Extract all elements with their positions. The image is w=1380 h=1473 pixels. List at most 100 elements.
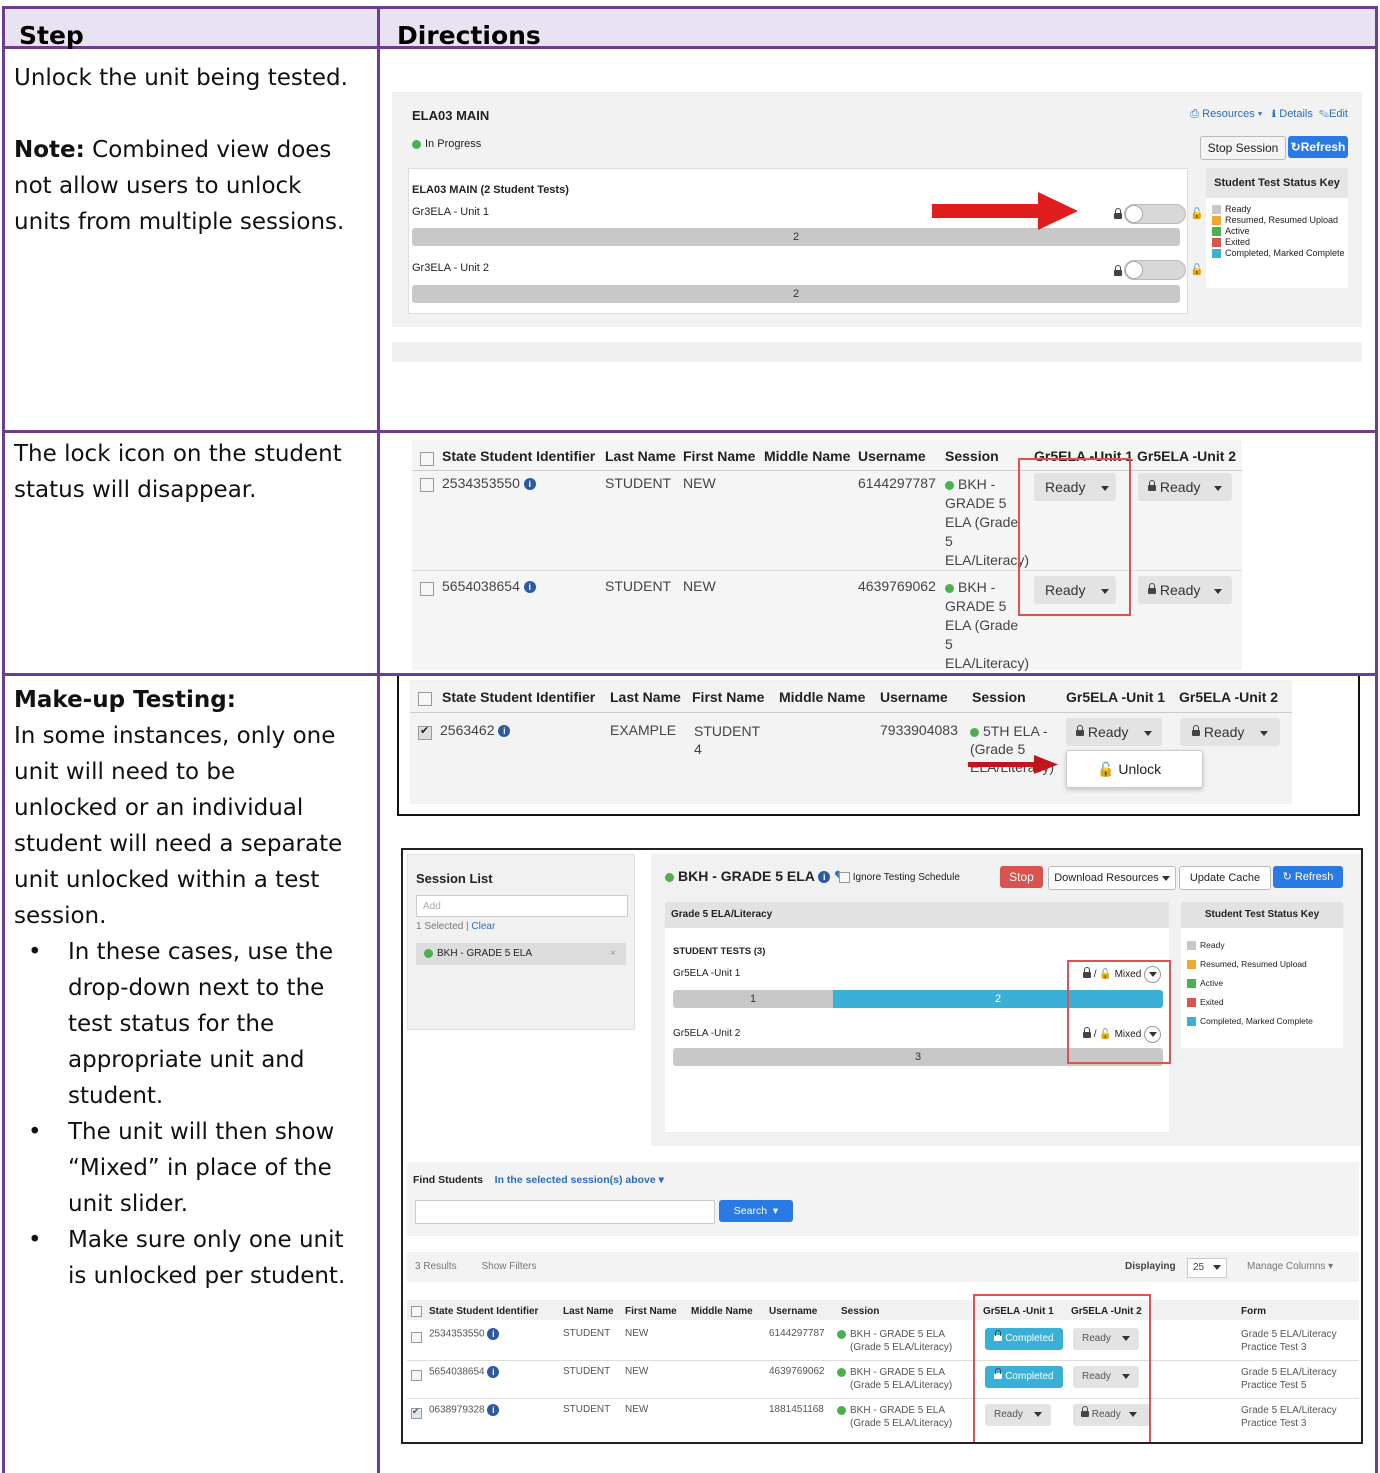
refresh-label: Refresh [1300,140,1346,154]
unit-2-name: Gr5ELA -Unit 2 [673,1028,741,1039]
select-all-checkbox[interactable] [411,1306,422,1317]
chevron-down-icon[interactable] [1260,730,1269,736]
row-1-username: 6144297787 [858,475,936,491]
info-icon[interactable]: i [487,1404,500,1416]
username: 6144297787 [769,1328,825,1339]
row-checkbox-checked[interactable]: ✔ [411,1406,422,1419]
first-name: NEW [625,1366,649,1377]
session-line: ELA (Grade [945,514,1019,530]
unlock-menu-item[interactable]: 🔓 Unlock [1066,750,1203,788]
table-row: ✔ 0638979328 i STUDENT NEW 1881451168 BK… [407,1398,1359,1436]
unit-2-status[interactable]: Ready [1180,718,1280,746]
session-line: 5 [945,636,953,652]
results-header [407,1300,1359,1320]
info-icon[interactable]: i [498,725,511,738]
unit-1-status[interactable]: Ready [1066,718,1162,746]
stop-button[interactable]: Stop [1000,866,1043,888]
username: 1881451168 [769,1404,824,1415]
selected-label: 1 Selected | [416,921,469,932]
show-filters-link[interactable]: Show Filters [481,1261,536,1272]
screenshot-mixed-session: Session List Add 1 Selected | Clear BKH … [401,848,1363,1444]
row-id: 2563462 i [440,722,511,738]
step-3-line: unit unlocked within a test [14,867,320,893]
ignore-label: Ignore Testing Schedule [852,872,960,884]
unit-2-toggle[interactable] [1124,260,1186,280]
row-checkbox[interactable] [420,582,434,596]
row-checkbox[interactable] [420,478,434,492]
subject-bar: Grade 5 ELA/Literacy [665,902,1169,928]
row-2-first: NEW [683,578,716,594]
bullet-icon: • [28,1119,42,1145]
form: Grade 5 ELA/Literacy Practice Test 5 [1241,1366,1337,1392]
step-header: Step [19,21,84,50]
remove-icon[interactable]: × [610,943,616,965]
results-bar: 3 Results Show Filters Displaying 25 Man… [407,1252,1359,1282]
form-line: Practice Test 5 [1241,1380,1307,1391]
unit-1-name: Gr3ELA - Unit 1 [412,206,490,218]
resources-link[interactable]: ⎙ Resources ▾ [1190,108,1262,120]
manage-columns[interactable]: Manage Columns ▾ [1247,1252,1333,1282]
first-name: NEW [625,1404,649,1415]
row-checkbox[interactable] [411,1332,422,1343]
scope-dropdown[interactable]: In the selected session(s) above ▾ [495,1174,664,1186]
bullet-icon: • [28,1227,42,1253]
clear-link[interactable]: Clear [471,921,495,932]
ignore-schedule[interactable]: Ignore Testing Schedule [839,872,960,883]
session-line: 5 [945,533,953,549]
row-2-unit-2-status[interactable]: Ready [1138,576,1232,604]
chevron-down-icon[interactable] [1214,588,1223,594]
session-item[interactable]: BKH - GRADE 5 ELA × [416,943,626,965]
refresh-button[interactable]: ↻ Refresh [1273,866,1343,888]
stop-session-button[interactable]: Stop Session [1200,136,1286,160]
unit-1-toggle[interactable] [1124,204,1186,224]
id-text: 5654038654 [429,1366,485,1378]
select-all-checkbox[interactable] [420,452,434,466]
column-divider [377,6,380,1473]
screenshot-unlock-menu: State Student Identifier Last Name First… [410,680,1292,804]
refresh-button[interactable]: ↻Refresh [1288,136,1348,158]
session: BKH - GRADE 5 ELA (Grade 5 ELA/Literacy) [837,1404,952,1430]
info-icon[interactable]: i [523,581,536,594]
status-dot-icon [412,139,421,149]
search-button[interactable]: Search ▾ [719,1200,793,1222]
session-heading-label: BKH - GRADE 5 ELA [678,868,815,884]
lock-icon [1148,480,1156,492]
search-input[interactable] [415,1200,715,1224]
select-all-checkbox[interactable] [418,692,432,706]
chevron-down-icon[interactable] [1214,485,1223,491]
session-dot-icon [970,727,979,737]
form-line: Grade 5 ELA/Literacy [1241,1329,1337,1340]
session-list-panel: Session List Add 1 Selected | Clear BKH … [407,854,635,1030]
info-icon[interactable]: i [818,871,831,884]
col-unit-2: Gr5ELA -Unit 2 [1179,689,1279,705]
update-cache-button[interactable]: Update Cache [1179,866,1271,890]
row-1-unit-2-status[interactable]: Ready [1138,473,1232,501]
session-dot-icon [945,583,954,593]
bullet-line: Make sure only one unit [68,1227,344,1253]
info-icon[interactable]: i [523,478,536,491]
edit-link[interactable]: ✎Edit [1319,108,1348,120]
student-id: 5654038654 i [429,1366,500,1378]
red-arrow-icon [968,755,1058,774]
row-checkbox[interactable] [411,1370,422,1381]
unlock-label: Unlock [1118,761,1162,777]
row-username: 7933904083 [880,722,958,738]
unlock-icon: 🔓 [1097,761,1115,777]
info-icon[interactable]: i [487,1328,500,1340]
row-checkbox-checked[interactable]: ✔ [418,725,432,740]
per-page-select[interactable]: 25 [1187,1258,1227,1278]
download-resources-button[interactable]: Download Resources [1048,866,1176,890]
details-link[interactable]: ℹ Details [1272,108,1313,120]
col-ssid: State Student Identifier [442,689,596,705]
info-icon[interactable]: i [487,1366,500,1378]
results-rows: 2534353550 i STUDENT NEW 6144297787 BKH … [407,1322,1359,1442]
ignore-checkbox[interactable] [839,872,850,883]
session-add-input[interactable]: Add [416,895,628,917]
details-label: Details [1279,108,1313,120]
col-middle-name: Middle Name [691,1306,753,1317]
chevron-down-icon[interactable] [1144,730,1153,736]
step-3-line: unlocked or an individual [14,795,304,821]
session-line: ELA (Grade [945,617,1019,633]
bullet-line: The unit will then show [68,1119,335,1145]
student-id: 0638979328 i [429,1404,500,1416]
